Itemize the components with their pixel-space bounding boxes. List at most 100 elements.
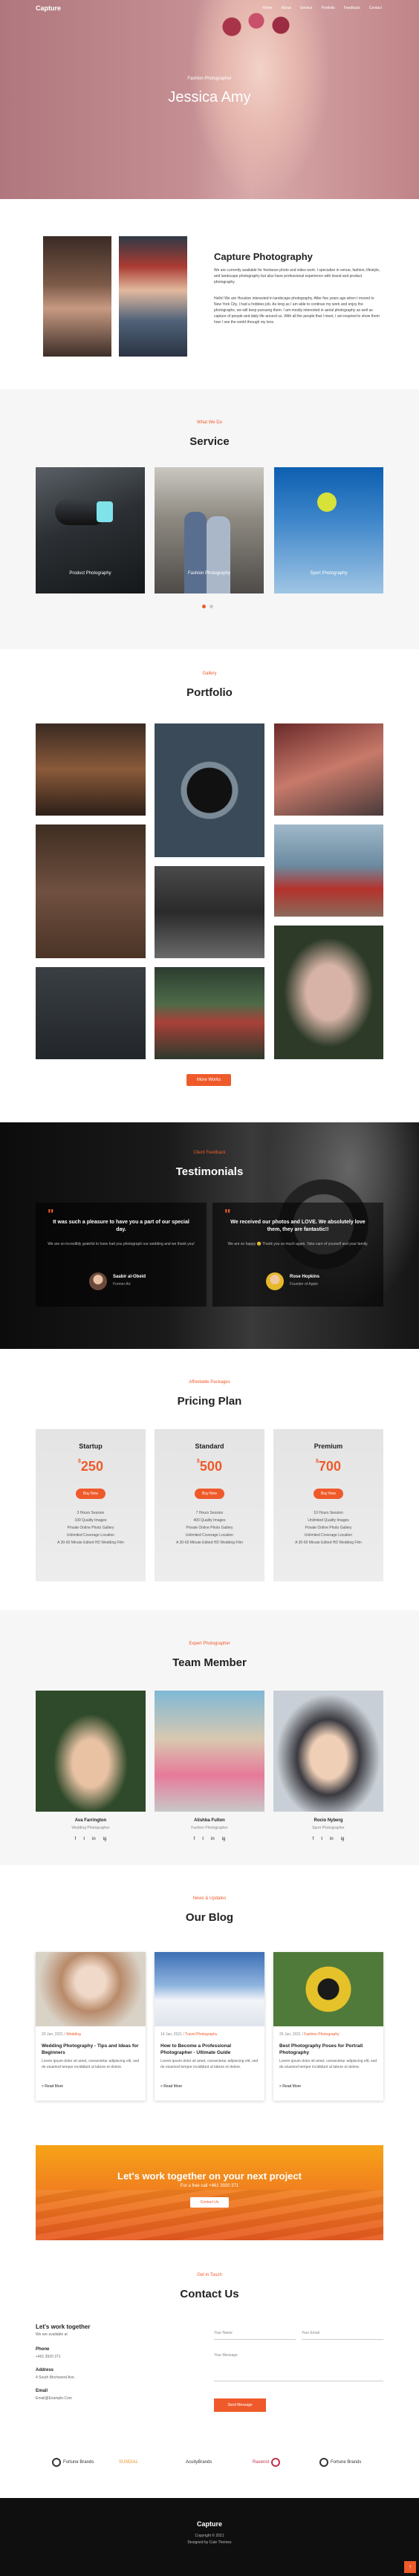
blog-date: 14 Jan, 2021 [160,2032,182,2037]
brand-logos: Fortune Brands SUNDIAL AcuityBrands Rave… [0,2433,419,2498]
blog-card-2[interactable]: 14 Jan, 2021 / Travel Photography How to… [155,1952,264,2101]
twitter-icon[interactable]: t [321,1837,322,1841]
instagram-icon[interactable]: ig [222,1837,226,1841]
portfolio-image-1[interactable] [36,723,146,816]
name-field[interactable]: Your Name [214,2329,296,2340]
team-member-name: Alishba Fulton [194,1818,225,1823]
blog-card-3[interactable]: 25 Jan, 2021 / Fashion Photography Best … [273,1952,383,2101]
service-title: Service [189,435,230,448]
blog-date: 25 Jan, 2021 [279,2032,301,2037]
service-card-sport[interactable]: Sport Photography [274,467,383,593]
service-section: What We Do Service Product Photography F… [0,389,419,649]
plan-price: $700 [273,1459,383,1474]
back-to-top-button[interactable]: ↑ [404,2561,416,2573]
twitter-icon[interactable]: t [83,1837,85,1841]
carousel-dot-2[interactable] [210,605,213,608]
instagram-icon[interactable]: ig [341,1837,345,1841]
service-card-fashion[interactable]: Fashion Photography [155,467,264,593]
read-more-link[interactable]: > Read More [279,2084,301,2089]
facebook-icon[interactable]: f [313,1837,314,1841]
twitter-icon[interactable]: t [202,1837,204,1841]
carousel-dot-1[interactable] [202,605,206,608]
blog-category[interactable]: Wedding [66,2032,81,2037]
brand-logo-sundial: SUNDIAL [119,2456,138,2469]
avatar [266,1272,284,1290]
team-member-name: Rocio Nyberg [314,1818,343,1823]
plan-price: $500 [155,1459,264,1474]
couple-photo-partner [207,516,230,593]
blog-image [273,1952,383,2026]
linkedin-icon[interactable]: in [330,1837,334,1841]
buy-now-button[interactable]: Buy Now [76,1489,105,1499]
blog-post-title[interactable]: How to Become a Professional Photographe… [160,2043,259,2056]
portfolio-image-8[interactable] [155,967,264,1059]
brand-logo-fortune: Fortune Brands [52,2456,94,2469]
contact-us-button[interactable]: Contact Us [190,2197,229,2208]
service-card-product[interactable]: Product Photography [36,467,145,593]
blog-excerpt: Lorem ipsum dolor sit amet, consectetur … [279,2059,377,2069]
testimonial-name: Rose Hopkins [290,1275,320,1279]
linkedin-icon[interactable]: in [211,1837,215,1841]
blog-meta: 25 Jan, 2021 / Fashion Photography [279,2032,340,2037]
blog-category[interactable]: Travel Photography [185,2032,217,2037]
testimonial-name: Saabir al-Obeid [113,1275,146,1279]
flower-crown-image [215,9,297,39]
nav-portfolio[interactable]: Portfolio [321,6,334,10]
send-message-button[interactable]: Send Message [214,2398,266,2412]
nav-feedback[interactable]: Feedback [344,6,360,10]
nav-about[interactable]: About [282,6,291,10]
testimonials-title: Testimonials [175,1165,244,1178]
blog-category[interactable]: Fashion Photography [304,2032,340,2037]
portfolio-image-4[interactable] [36,824,146,958]
linkedin-icon[interactable]: in [92,1837,96,1841]
portfolio-image-5[interactable] [155,866,264,958]
read-more-link[interactable]: > Read More [42,2084,63,2089]
plan-price-value: 250 [80,1459,103,1474]
facebook-icon[interactable]: f [75,1837,77,1841]
blog-image [36,1952,146,2026]
portfolio-image-2[interactable] [155,723,264,857]
blog-meta: 20 Jan, 2021 / Wedding [42,2032,81,2037]
email-value[interactable]: Email@Example.Com [36,2396,72,2401]
phone-value[interactable]: +461 3920 371 [36,2355,61,2359]
buy-now-button[interactable]: Buy Now [314,1489,343,1499]
message-field[interactable]: Your Message [214,2352,383,2381]
blog-excerpt: Lorem ipsum dolor sit amet, consectetur … [42,2059,140,2069]
more-works-button[interactable]: More Works [186,1074,232,1086]
tennis-ball-photo [317,492,337,512]
footer-logo[interactable]: Capture [0,2520,419,2528]
nav-home[interactable]: Home [262,6,272,10]
brand-logo-fortune-2: Fortune Brands [319,2456,361,2469]
site-logo[interactable]: Capture [36,4,61,12]
email-field[interactable]: Your Email [302,2329,383,2340]
buy-now-button[interactable]: Buy Now [195,1489,224,1499]
blog-post-title[interactable]: Wedding Photography - Tips and Ideas for… [42,2043,140,2056]
brand-name: Fortune Brands [63,2460,94,2465]
team-photo-1 [36,1691,146,1812]
about-section: Capture Photography We are currently ava… [0,199,419,389]
ravenol-icon [271,2458,281,2467]
read-more-link[interactable]: > Read More [160,2084,182,2089]
instagram-icon[interactable]: ig [103,1837,107,1841]
plan-feature: Unlimited Quality Images [308,1518,349,1523]
about-title: Capture Photography [214,251,313,262]
blog-post-title[interactable]: Best Photography Poses for Portrait Phot… [279,2043,377,2056]
nav-contact[interactable]: Contact [369,6,382,10]
service-subtitle: What We Do [197,420,222,425]
portfolio-image-7[interactable] [36,967,146,1059]
footer-credit[interactable]: Designed by Cute Themes [0,2540,419,2545]
portfolio-image-6[interactable] [274,824,383,917]
phone-label: Phone [36,2347,50,2352]
facebook-icon[interactable]: f [194,1837,195,1841]
portfolio-title: Portfolio [186,686,233,699]
portfolio-image-9[interactable] [274,926,383,1059]
portfolio-image-3[interactable] [274,723,383,816]
nav-service[interactable]: Service [300,6,313,10]
blog-card-1[interactable]: 20 Jan, 2021 / Wedding Wedding Photograp… [36,1952,146,2101]
pricing-section: Affordable Packages Pricing Plan Startup… [0,1349,419,1610]
avatar [89,1272,107,1290]
plan-feature: Unlimited Coverage Location [185,1533,234,1538]
testimonial-role: Founder of Apple [290,1282,319,1287]
about-lead: We are currently available for freelance… [214,268,380,284]
testimonials-section: Client Feedback Testimonials " It was su… [0,1122,419,1349]
